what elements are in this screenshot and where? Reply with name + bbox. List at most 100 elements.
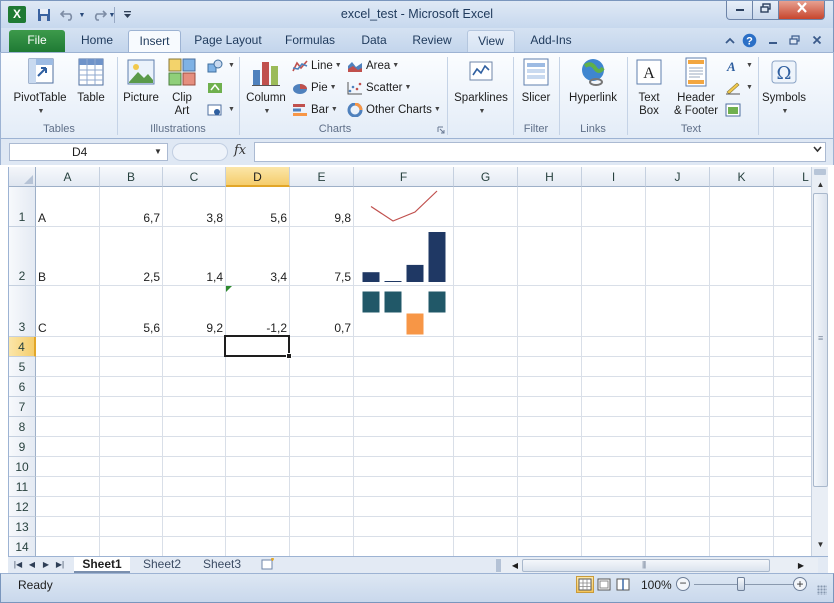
scroll-left-icon[interactable]: ◀: [508, 558, 522, 573]
text-box-button[interactable]: A Text Box: [629, 56, 669, 118]
other-charts-button[interactable]: Other Charts ▼: [347, 100, 441, 120]
prev-sheet-icon[interactable]: ◀: [26, 558, 38, 572]
object-button[interactable]: [725, 100, 744, 120]
pie-chart-label: Pie: [311, 82, 328, 95]
smartart-button[interactable]: [207, 78, 226, 98]
horizontal-split-box[interactable]: [496, 559, 501, 572]
sparkline-win-bar: [428, 291, 446, 313]
tab-formulas[interactable]: Formulas: [275, 30, 345, 52]
scroll-grip-icon: |||: [642, 560, 646, 569]
bar-chart-button[interactable]: Bar ▼: [292, 100, 338, 120]
group-label-tables: Tables: [43, 123, 75, 135]
tab-home[interactable]: Home: [71, 30, 123, 52]
zoom-level[interactable]: 100%: [641, 578, 672, 592]
screenshot-button[interactable]: ▼: [207, 100, 235, 120]
symbols-button[interactable]: Ω Symbols ▼: [761, 56, 807, 119]
minimize-ribbon-icon[interactable]: [722, 33, 738, 49]
tab-add-ins[interactable]: Add-Ins: [521, 30, 581, 52]
sparkline-win-bar: [384, 291, 402, 313]
line-chart-button[interactable]: Line ▼: [292, 56, 342, 76]
scroll-right-icon[interactable]: ▶: [794, 558, 808, 573]
table-button[interactable]: Table: [73, 56, 109, 105]
zoom-in-button[interactable]: +: [793, 577, 807, 591]
scroll-down-icon[interactable]: ▼: [813, 537, 828, 553]
resize-grip-icon[interactable]: [817, 585, 827, 595]
sheet-tab-sheet1[interactable]: Sheet1: [74, 557, 130, 573]
sparkline-line-row1: [370, 190, 438, 222]
wordart-button[interactable]: A ▼: [725, 56, 753, 76]
pie-chart-button[interactable]: Pie ▼: [292, 78, 337, 98]
name-box-value: D4: [72, 145, 88, 159]
zoom-out-button[interactable]: −: [676, 577, 690, 591]
horizontal-scrollbar[interactable]: ◀ ||| ▶: [496, 558, 818, 573]
page-layout-view-icon[interactable]: [595, 576, 613, 593]
next-sheet-icon[interactable]: ▶: [40, 558, 52, 572]
name-box-dropdown-icon[interactable]: ▼: [154, 147, 162, 156]
object-icon: [725, 103, 741, 117]
text-box-label-2: Box: [639, 105, 659, 117]
scroll-grip-icon: ≡: [818, 333, 824, 343]
tab-page-layout[interactable]: Page Layout: [187, 30, 269, 52]
close-button[interactable]: [778, 1, 825, 20]
signature-line-button[interactable]: ▼: [725, 78, 753, 98]
name-box[interactable]: D4: [9, 143, 168, 161]
sheet-tab-sheet3[interactable]: Sheet3: [194, 557, 250, 573]
horizontal-scroll-thumb[interactable]: |||: [522, 559, 770, 572]
hyperlink-button[interactable]: Hyperlink: [563, 56, 623, 105]
scroll-up-icon[interactable]: ▲: [813, 177, 828, 193]
last-sheet-icon[interactable]: ▶|: [54, 558, 66, 572]
normal-view-icon[interactable]: [576, 576, 594, 593]
workbook-restore-icon[interactable]: [786, 33, 802, 49]
charts-dialog-launcher-icon[interactable]: [437, 126, 445, 136]
column-chart-label: Column: [246, 92, 286, 104]
help-icon[interactable]: ?: [741, 33, 757, 49]
tab-insert[interactable]: Insert: [128, 30, 181, 52]
pie-chart-icon: [293, 84, 307, 94]
vertical-scrollbar[interactable]: ▲ ≡ ▼: [811, 167, 828, 556]
error-indicator-icon[interactable]: [226, 286, 232, 292]
scatter-chart-button[interactable]: Scatter ▼: [347, 78, 411, 98]
area-chart-label: Area: [366, 60, 391, 73]
tab-data[interactable]: Data: [350, 30, 398, 52]
tab-review[interactable]: Review: [403, 30, 461, 52]
picture-button[interactable]: Picture: [119, 56, 163, 105]
picture-icon: [127, 59, 155, 85]
column-chart-button[interactable]: Column ▼: [243, 56, 289, 119]
pivottable-button[interactable]: PivotTable ▼: [7, 56, 73, 119]
shapes-button[interactable]: ▼: [207, 56, 235, 76]
restore-button[interactable]: [752, 1, 779, 20]
slicer-label: Slicer: [521, 92, 551, 104]
formula-input[interactable]: [254, 142, 826, 162]
first-sheet-icon[interactable]: |◀: [12, 558, 24, 572]
header-footer-button[interactable]: Header & Footer: [671, 56, 721, 118]
formula-edit-controls: [172, 143, 228, 161]
tab-file[interactable]: File: [9, 30, 65, 52]
active-cell-selection[interactable]: [224, 335, 290, 357]
zoom-slider-thumb[interactable]: [737, 577, 745, 591]
clip-art-label-1: Clip: [172, 92, 192, 104]
smartart-icon: [208, 82, 222, 93]
area-chart-button[interactable]: Area ▼: [347, 56, 399, 76]
slicer-button[interactable]: Slicer: [516, 56, 556, 105]
fill-handle[interactable]: [286, 353, 292, 359]
sheet-tab-bar: |◀ ◀ ▶ ▶| Sheet1 Sheet2 Sheet3 ◀ ||| ▶: [8, 556, 828, 573]
vertical-split-box[interactable]: [814, 169, 826, 175]
group-label-illustrations: Illustrations: [150, 123, 206, 135]
workbook-close-icon[interactable]: [809, 33, 825, 49]
spreadsheet-grid[interactable]: ABCDEFGHIJKL 1 2 3 4 5 6 7 8 9 10 11 12 13 14 A 6,7 3,8…: [8, 167, 811, 556]
expand-formula-bar-icon[interactable]: [813, 145, 822, 155]
shapes-icon: [207, 59, 223, 73]
sheet-tab-sheet2[interactable]: Sheet2: [134, 557, 190, 573]
workbook-minimize-icon[interactable]: [765, 33, 781, 49]
minimize-button[interactable]: [726, 1, 753, 20]
scatter-chart-label: Scatter: [366, 82, 403, 95]
insert-function-button[interactable]: fx: [234, 143, 246, 158]
group-label-filter: Filter: [523, 123, 549, 135]
vertical-scroll-thumb[interactable]: ≡: [813, 193, 828, 487]
clip-art-button[interactable]: Clip Art: [164, 56, 200, 118]
insert-worksheet-icon[interactable]: [260, 558, 276, 572]
sparklines-button[interactable]: Sparklines ▼: [451, 56, 511, 119]
bar-chart-icon: [293, 104, 307, 116]
page-break-view-icon[interactable]: [614, 576, 632, 593]
tab-view[interactable]: View: [467, 30, 515, 52]
